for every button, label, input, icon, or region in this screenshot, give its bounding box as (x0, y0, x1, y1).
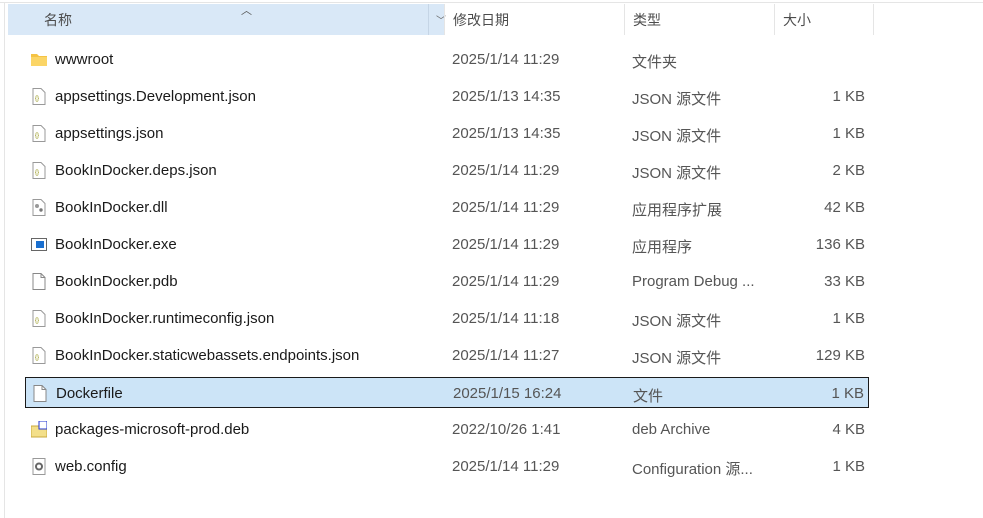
column-label: 修改日期 (453, 11, 509, 28)
file-name: Dockerfile (56, 385, 123, 402)
column-header-date[interactable]: 修改日期 (444, 4, 624, 35)
file-name: web.config (55, 458, 127, 475)
file-type: 文件夹 (632, 54, 678, 71)
file-date: 2025/1/14 11:27 (452, 347, 560, 364)
file-date: 2025/1/14 11:29 (452, 162, 560, 179)
file-row[interactable]: {} appsettings.json 2025/1/13 14:35 JSON… (25, 118, 869, 149)
file-name: BookInDocker.staticwebassets.endpoints.j… (55, 347, 360, 364)
file-name: BookInDocker.deps.json (55, 162, 217, 179)
column-label: 类型 (633, 11, 661, 28)
file-date: 2022/10/26 1:41 (452, 421, 561, 438)
folder-icon (31, 51, 47, 68)
divider (4, 2, 5, 518)
file-type: 应用程序 (632, 239, 693, 256)
file-name: BookInDocker.exe (55, 236, 177, 253)
json-file-icon: {} (31, 88, 47, 105)
file-date: 2025/1/14 11:29 (452, 273, 560, 290)
column-header-size[interactable]: 大小 (774, 4, 874, 35)
svg-text:{}: {} (35, 170, 39, 176)
file-size: 1 KB (832, 458, 865, 475)
file-date: 2025/1/14 11:29 (452, 236, 560, 253)
file-type: 文件 (633, 388, 664, 405)
file-date: 2025/1/13 14:35 (452, 125, 561, 142)
file-row[interactable]: {} appsettings.Development.json 2025/1/1… (25, 81, 869, 112)
column-header-name[interactable]: 名称 ︿ ﹀ (8, 4, 446, 35)
file-type: JSON 源文件 (632, 128, 722, 145)
file-type: deb Archive (632, 421, 711, 438)
file-size: 33 KB (824, 273, 865, 290)
file-size: 2 KB (832, 162, 865, 179)
file-row[interactable]: web.config 2025/1/14 11:29 Configuration… (25, 451, 869, 482)
file-date: 2025/1/13 14:35 (452, 88, 561, 105)
file-type: 应用程序扩展 (632, 202, 723, 219)
file-row[interactable]: wwwroot 2025/1/14 11:29 文件夹 (25, 44, 869, 75)
svg-text:{}: {} (35, 318, 39, 324)
file-row[interactable]: BookInDocker.pdb 2025/1/14 11:29 Program… (25, 266, 869, 297)
file-date: 2025/1/14 11:29 (452, 199, 560, 216)
file-size: 129 KB (815, 347, 865, 364)
json-file-icon: {} (31, 347, 47, 364)
config-file-icon (31, 458, 47, 475)
json-file-icon: {} (31, 310, 47, 327)
file-size: 136 KB (815, 236, 865, 253)
file-type: JSON 源文件 (632, 350, 722, 367)
file-icon (31, 273, 47, 290)
svg-text:{}: {} (35, 96, 39, 102)
file-size: 1 KB (832, 125, 865, 142)
file-name: wwwroot (55, 51, 114, 68)
file-date: 2025/1/15 16:24 (453, 385, 562, 402)
file-size: 1 KB (831, 385, 864, 402)
file-date: 2025/1/14 11:29 (452, 51, 560, 68)
column-label: 名称 (44, 11, 72, 28)
file-size: 42 KB (824, 199, 865, 216)
file-type: JSON 源文件 (632, 91, 722, 108)
file-date: 2025/1/14 11:18 (452, 310, 560, 327)
file-name: packages-microsoft-prod.deb (55, 421, 250, 438)
file-name: BookInDocker.runtimeconfig.json (55, 310, 275, 327)
sort-ascending-icon: ︿ (241, 5, 252, 17)
file-row[interactable]: BookInDocker.exe 2025/1/14 11:29 应用程序 13… (25, 229, 869, 260)
exe-file-icon (31, 236, 47, 253)
svg-text:{}: {} (35, 133, 39, 139)
file-row[interactable]: BookInDocker.dll 2025/1/14 11:29 应用程序扩展 … (25, 192, 869, 223)
file-row[interactable]: {} BookInDocker.runtimeconfig.json 2025/… (25, 303, 869, 334)
archive-icon (30, 420, 48, 438)
file-row[interactable]: {} BookInDocker.staticwebassets.endpoint… (25, 340, 869, 371)
divider (0, 2, 983, 3)
file-date: 2025/1/14 11:29 (452, 458, 560, 475)
file-name: appsettings.json (55, 125, 164, 142)
dll-file-icon (31, 199, 47, 216)
file-type: JSON 源文件 (632, 313, 722, 330)
json-file-icon: {} (31, 125, 47, 142)
file-size: 4 KB (832, 421, 865, 438)
file-name: appsettings.Development.json (55, 88, 256, 105)
file-type: Program Debug ... (632, 273, 755, 290)
file-row[interactable]: {} BookInDocker.deps.json 2025/1/14 11:2… (25, 155, 869, 186)
column-label: 大小 (783, 11, 811, 28)
file-icon (32, 385, 48, 402)
file-name: BookInDocker.pdb (55, 273, 178, 290)
file-size: 1 KB (832, 310, 865, 327)
file-type: JSON 源文件 (632, 165, 722, 182)
file-size: 1 KB (832, 88, 865, 105)
file-row[interactable]: packages-microsoft-prod.deb 2022/10/26 1… (25, 414, 869, 445)
column-header-type[interactable]: 类型 (624, 4, 774, 35)
file-row[interactable]: Dockerfile 2025/1/15 16:24 文件 1 KB (25, 377, 869, 408)
file-name: BookInDocker.dll (55, 199, 168, 216)
svg-text:{}: {} (35, 355, 39, 361)
json-file-icon: {} (31, 162, 47, 179)
file-type: Configuration 源... (632, 461, 753, 478)
